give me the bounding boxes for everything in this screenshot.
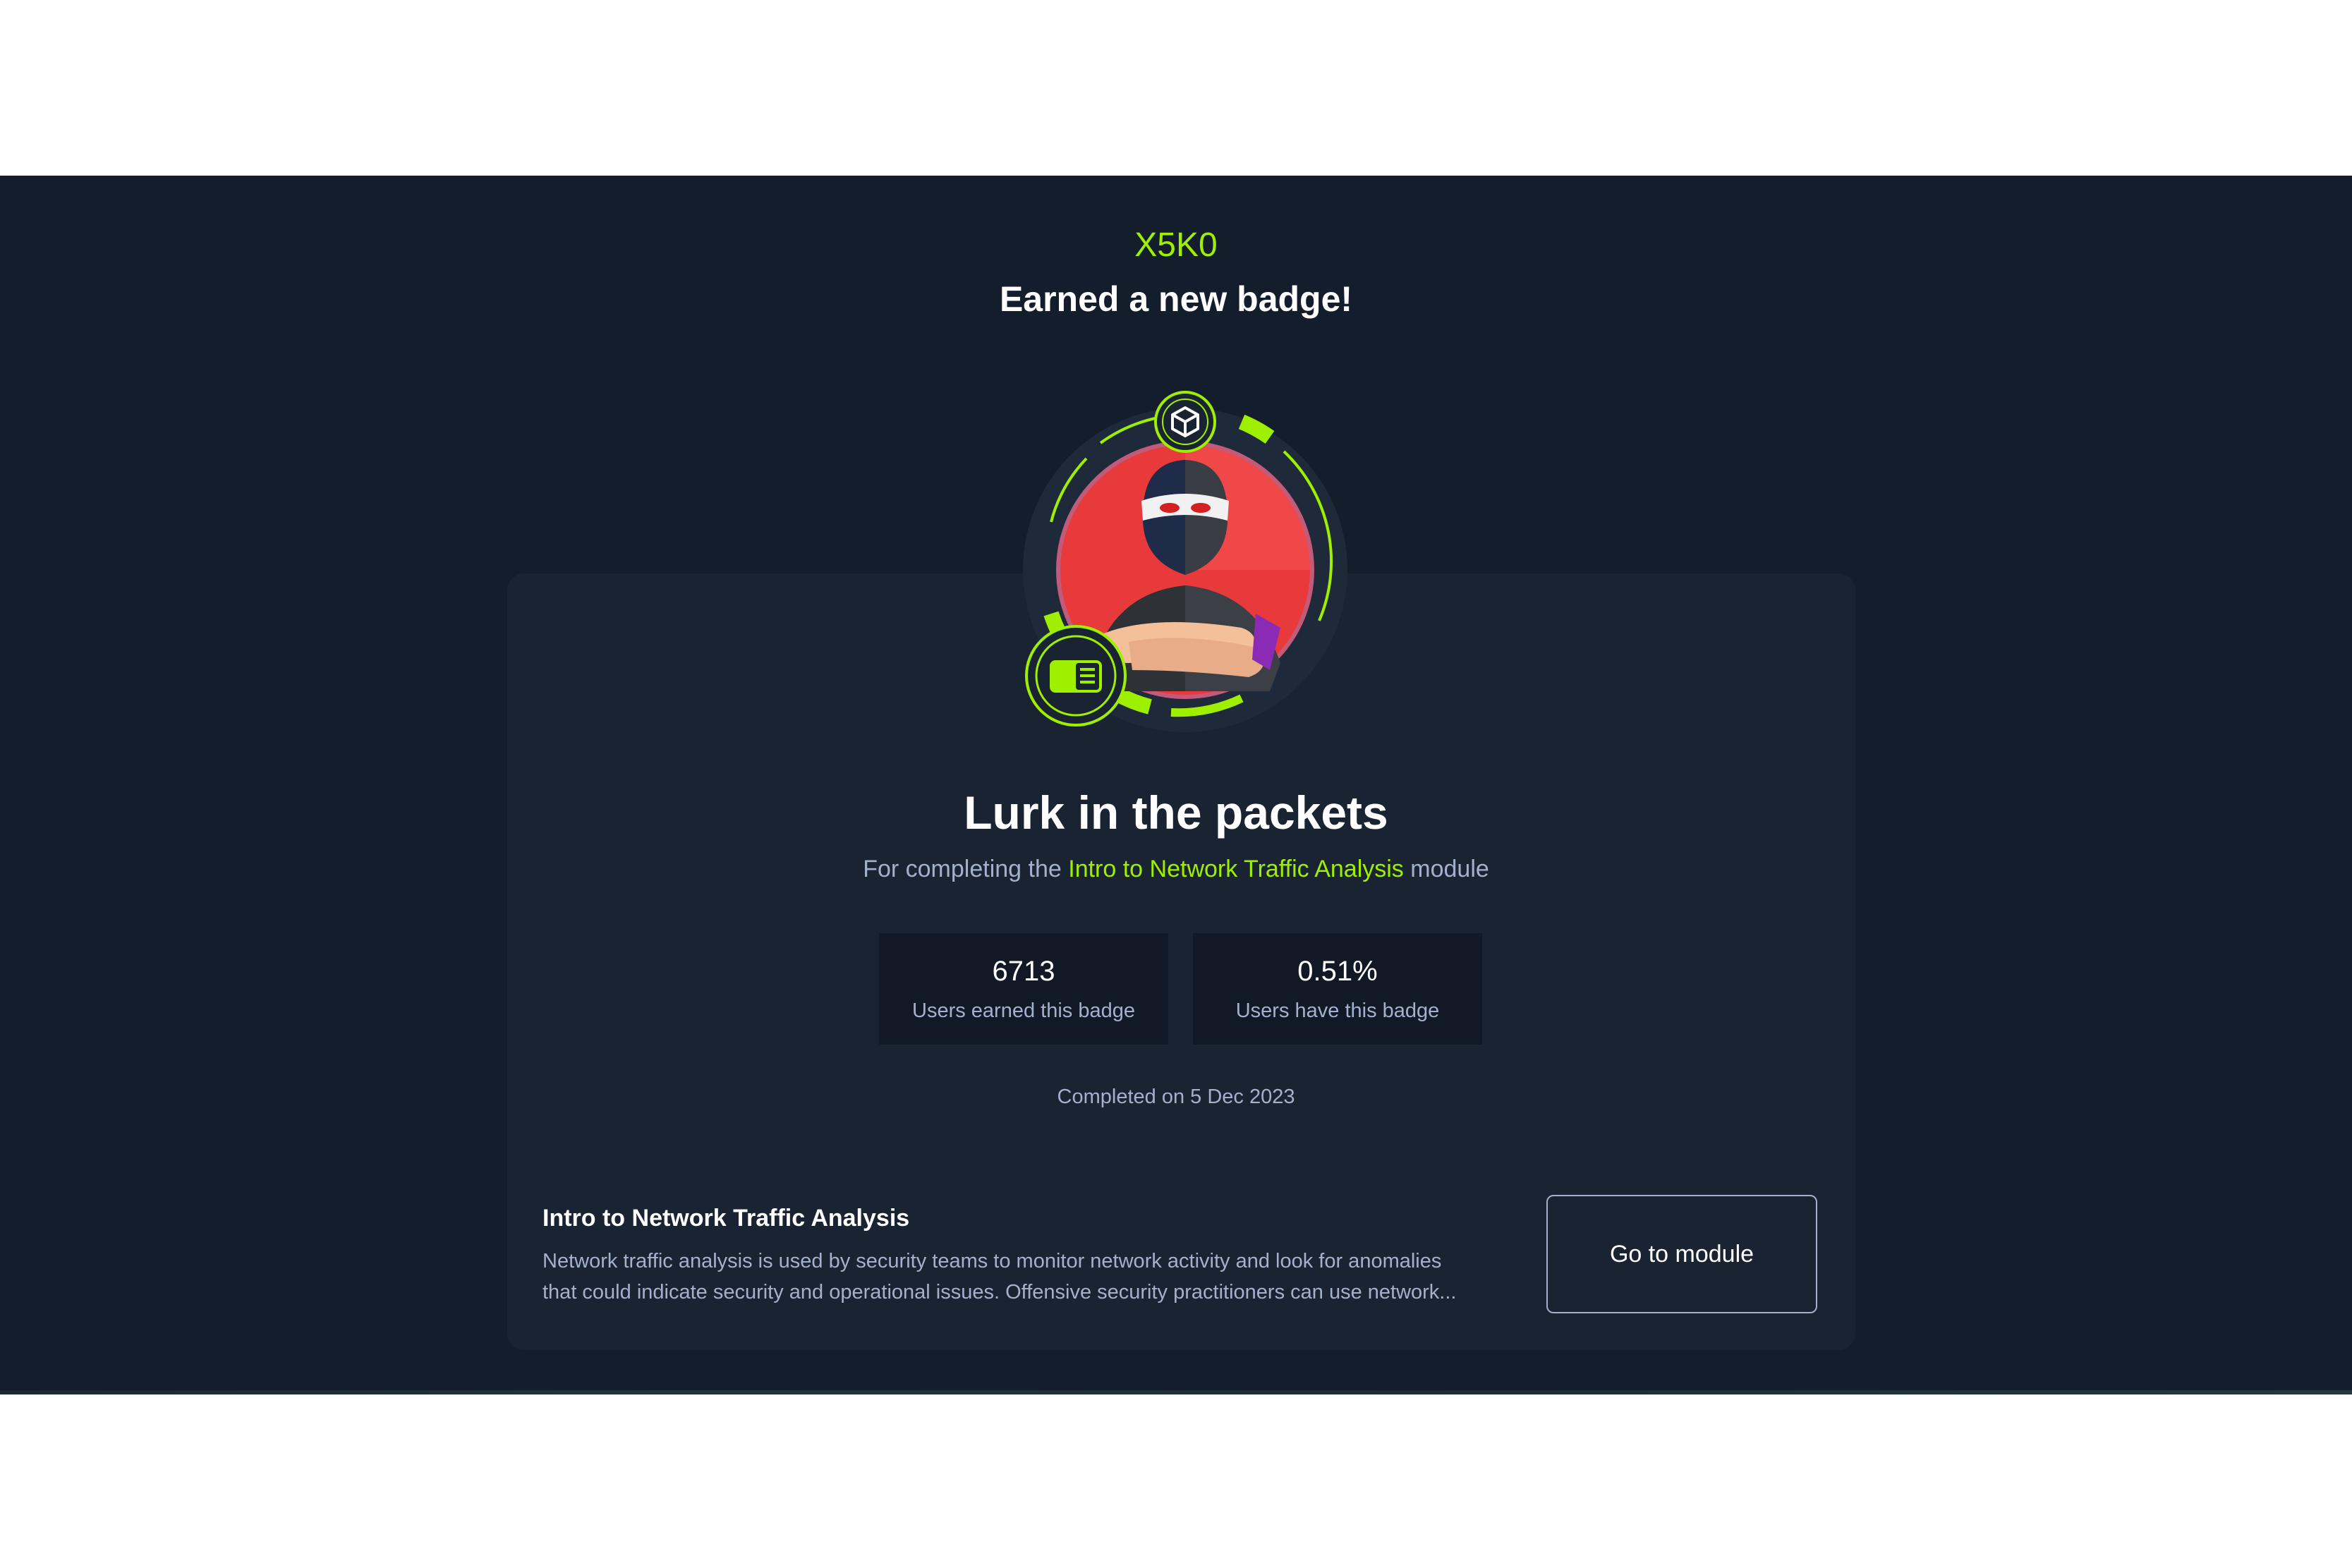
headline: Earned a new badge!	[999, 279, 1353, 319]
stat-value: 0.51%	[1297, 956, 1378, 987]
completed-date: Completed on 5 Dec 2023	[1057, 1086, 1295, 1108]
badge-desc-prefix: For completing the	[863, 856, 1062, 882]
badge-title: Lurk in the packets	[964, 786, 1388, 839]
stat-label: Users earned this badge	[912, 999, 1135, 1022]
go-to-module-button[interactable]: Go to module	[1546, 1195, 1817, 1313]
badge-description: For completing the Intro to Network Traf…	[0, 853, 2352, 885]
module-card-icon	[1025, 625, 1127, 727]
module-title: Intro to Network Traffic Analysis	[542, 1205, 910, 1232]
username: X5K0	[1134, 226, 1218, 264]
stat-value: 6713	[992, 956, 1055, 987]
badge-image	[1023, 391, 1347, 732]
stat-users-have: 0.51% Users have this badge	[1193, 933, 1482, 1045]
stat-label: Users have this badge	[1235, 999, 1440, 1022]
cube-icon	[1154, 391, 1216, 453]
badge-desc-suffix: module	[1410, 856, 1489, 882]
panel-bottom-strip	[0, 1390, 2352, 1394]
stat-users-earned: 6713 Users earned this badge	[879, 933, 1168, 1045]
module-description: Network traffic analysis is used by secu…	[542, 1250, 1457, 1303]
module-link[interactable]: Intro to Network Traffic Analysis	[1068, 856, 1404, 882]
